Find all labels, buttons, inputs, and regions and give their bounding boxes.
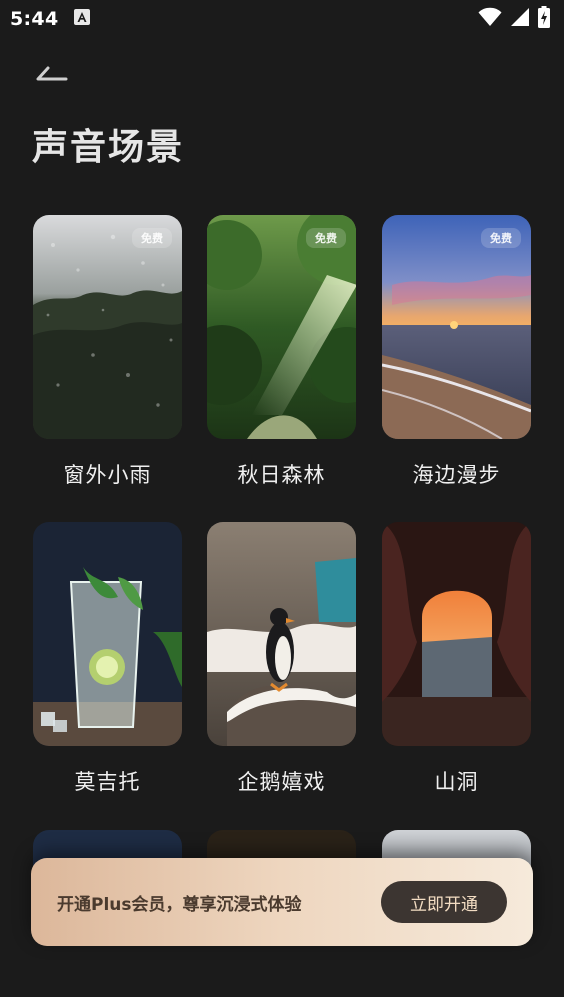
scene-label: 莫吉托 [74,770,141,794]
scene-thumbnail [382,522,531,746]
back-button[interactable] [30,60,70,92]
cellular-signal-icon [510,7,530,31]
scene-card-forest[interactable]: 免费 秋日森林 [207,215,356,489]
back-arrow-icon [36,66,68,81]
plus-membership-banner[interactable]: 开通Plus会员，尊享沉浸式体验 立即开通 [31,858,533,946]
wifi-icon [478,7,502,31]
scene-label: 企鹅嬉戏 [237,770,326,794]
scene-thumbnail: 免费 [207,215,356,439]
scene-card-penguin[interactable]: 企鹅嬉戏 [207,522,356,796]
scene-card-beach[interactable]: 免费 海边漫步 [382,215,531,489]
activate-now-button[interactable]: 立即开通 [381,881,507,923]
accessibility-notification-icon [74,9,91,29]
status-time: 5:44 [10,8,59,30]
promo-text: 开通Plus会员，尊享沉浸式体验 [57,894,302,915]
scene-thumbnail: 免费 [33,215,182,439]
scene-thumbnail [207,522,356,746]
scene-thumbnail [33,522,182,746]
scene-label: 窗外小雨 [63,463,152,487]
scene-card-mojito[interactable]: 莫吉托 [33,522,182,796]
scene-card-cave[interactable]: 山洞 [382,522,531,796]
scene-label: 秋日森林 [237,463,326,487]
free-badge: 免费 [132,228,172,248]
scene-label: 山洞 [434,770,479,794]
status-bar: 5:44 [0,0,564,38]
free-badge: 免费 [306,228,346,248]
scene-label: 海边漫步 [412,463,501,487]
free-badge: 免费 [481,228,521,248]
scene-thumbnail: 免费 [382,215,531,439]
battery-charging-icon [538,6,550,32]
page-title: 声音场景 [32,127,185,168]
scene-card-rain[interactable]: 免费 窗外小雨 [33,215,182,489]
